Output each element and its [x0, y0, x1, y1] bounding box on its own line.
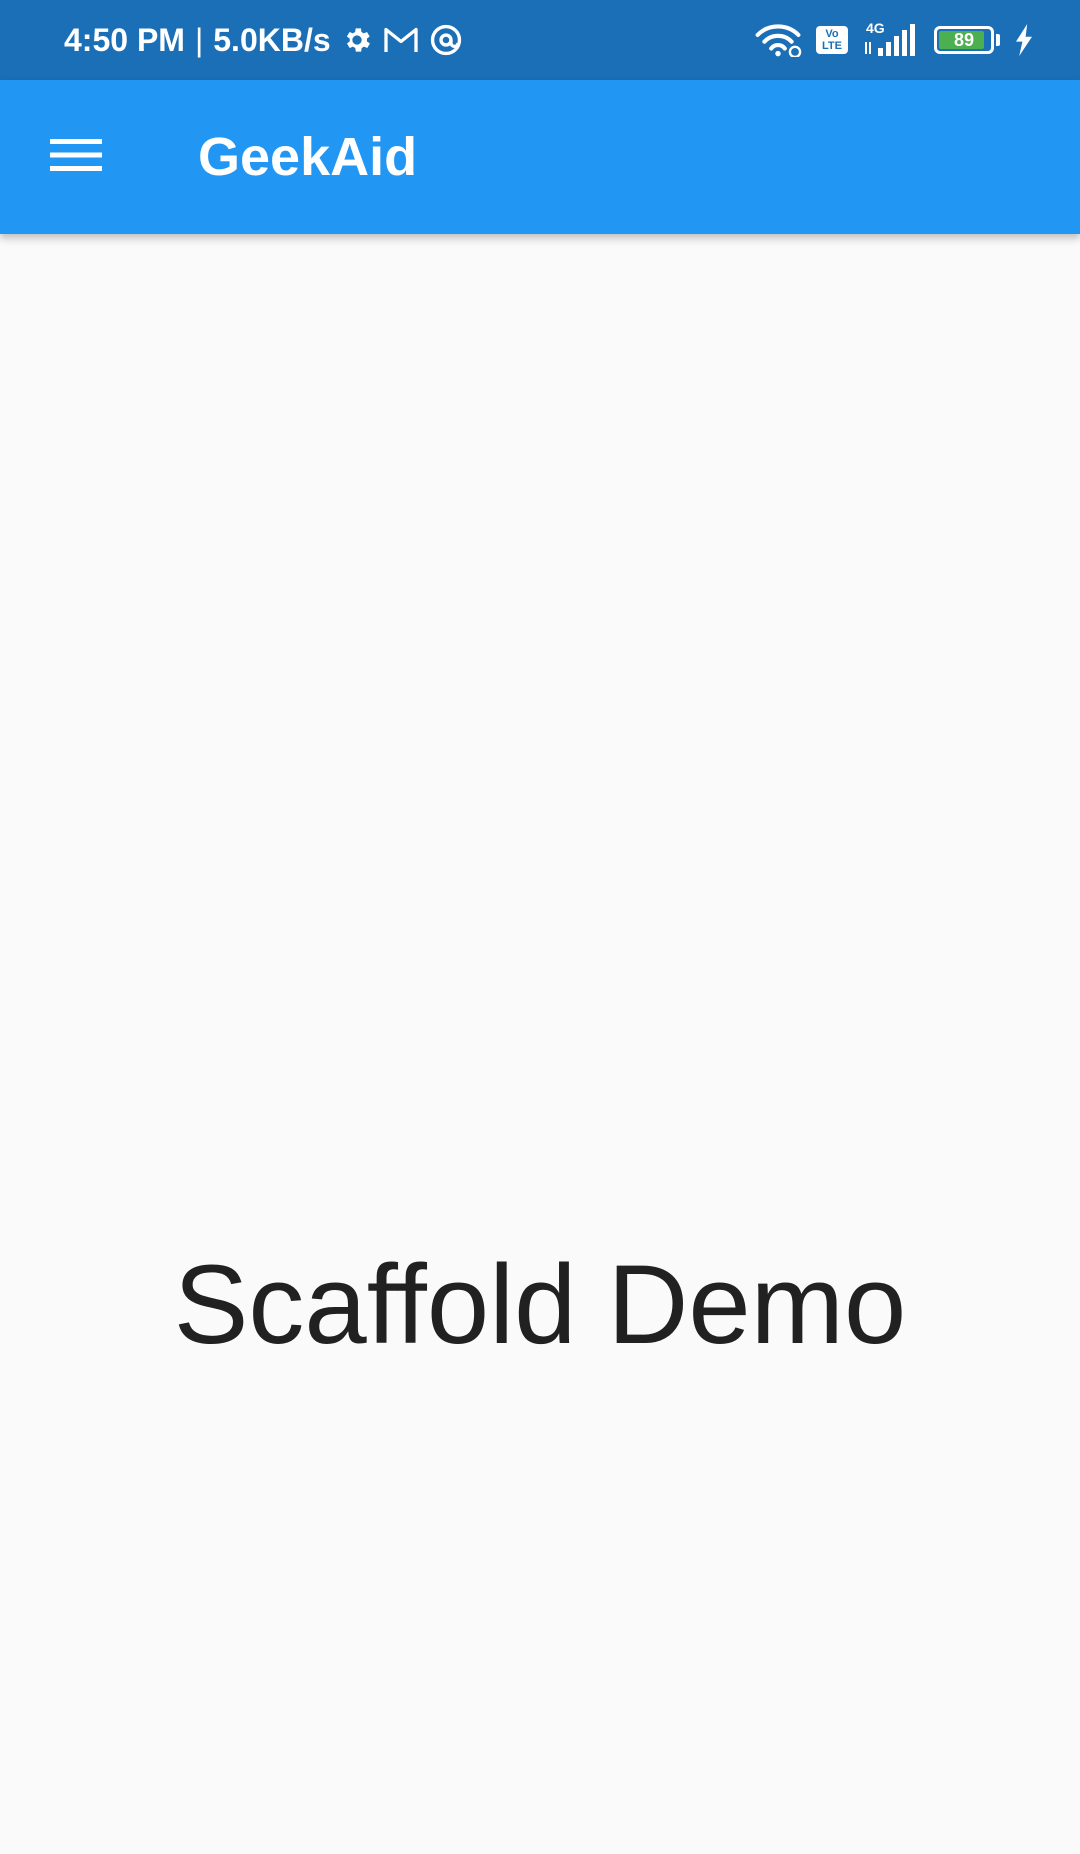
- status-separator: |: [194, 21, 204, 58]
- status-left: 4:50 PM | 5.0KB/s: [64, 0, 463, 80]
- wifi-icon: [754, 23, 802, 57]
- battery-level: 89: [953, 29, 975, 50]
- volte-top-label: Vo: [825, 28, 839, 40]
- gear-icon: [341, 24, 373, 56]
- menu-button[interactable]: [30, 117, 122, 197]
- status-time: 4:50 PM: [64, 21, 185, 58]
- signal-icon: 4G: [862, 20, 920, 60]
- volte-bottom-label: LTE: [822, 40, 842, 52]
- gmail-icon: [383, 25, 419, 55]
- network-speed: 5.0KB/s: [213, 21, 331, 58]
- scaffold-body: Scaffold Demo: [0, 234, 1080, 1854]
- at-sign-icon: [429, 23, 463, 57]
- app-bar: GeekAid: [0, 80, 1080, 234]
- hamburger-menu-icon: [50, 137, 102, 178]
- charging-icon: [1014, 24, 1034, 56]
- volte-icon: Vo LTE: [816, 26, 848, 54]
- status-right: Vo LTE 4G 89: [754, 0, 1034, 80]
- app-title: GeekAid: [198, 127, 418, 187]
- battery-icon: 89: [934, 26, 994, 54]
- scaffold-demo-text: Scaffold Demo: [173, 1241, 907, 1367]
- battery-cap: [996, 34, 1000, 46]
- status-bar: 4:50 PM | 5.0KB/s Vo LTE 4G 89: [0, 0, 1080, 80]
